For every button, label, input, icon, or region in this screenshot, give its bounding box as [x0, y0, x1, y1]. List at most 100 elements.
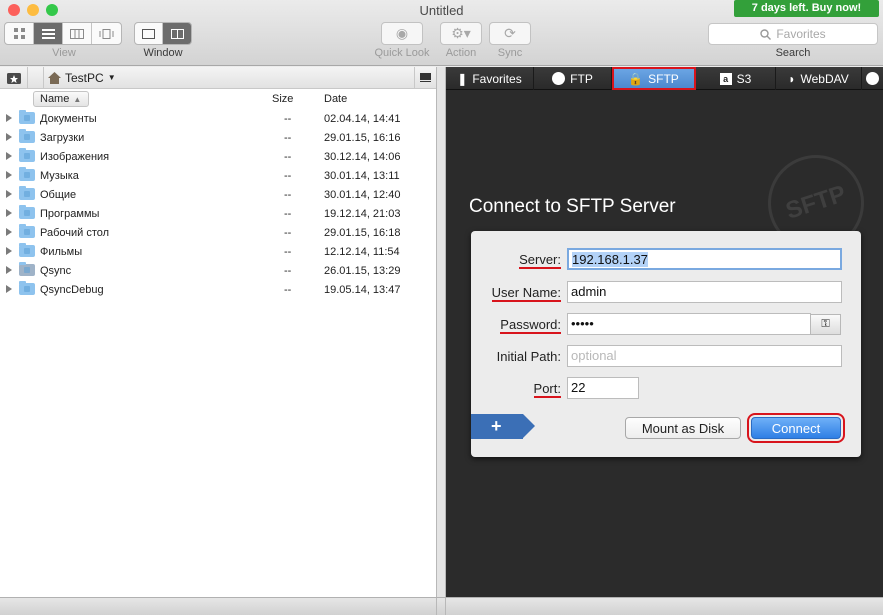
- grid-icon: [13, 28, 25, 39]
- file-date: 02.04.14, 14:41: [324, 112, 401, 125]
- search-placeholder: Favorites: [776, 27, 826, 41]
- folder-icon: [19, 129, 35, 143]
- file-name: Документы: [40, 112, 97, 125]
- pane-splitter[interactable]: [436, 67, 446, 597]
- single-pane-button[interactable]: [135, 23, 164, 44]
- size-column-header[interactable]: Size: [272, 93, 293, 105]
- disclosure-triangle-icon[interactable]: [6, 228, 12, 236]
- tab-ftp[interactable]: FTP: [534, 67, 612, 90]
- file-name: Фильмы: [40, 245, 83, 258]
- file-size: --: [284, 188, 292, 201]
- disclosure-triangle-icon[interactable]: [6, 190, 12, 198]
- name-column-header[interactable]: Name ▲: [33, 91, 89, 107]
- folder-icon: [19, 224, 35, 238]
- ftp-icon: [552, 72, 566, 85]
- disclosure-triangle-icon[interactable]: [6, 152, 12, 160]
- file-name: Рабочий стол: [40, 226, 110, 239]
- connect-pane: ❚ Favorites FTP 🔒 SFTP a S3 ◗ WebDAV SFTP Co…: [446, 67, 883, 597]
- file-date: 30.01.14, 13:11: [324, 169, 400, 182]
- favorites-toggle-button[interactable]: [0, 67, 28, 88]
- drive-icon: [420, 73, 431, 82]
- folder-icon: [19, 110, 35, 124]
- coverflow-view-button[interactable]: [92, 23, 121, 44]
- quick-look-button[interactable]: ◉: [381, 22, 423, 45]
- column-view-button[interactable]: [63, 23, 92, 44]
- file-size: --: [284, 131, 292, 144]
- coverflow-icon: [99, 28, 114, 39]
- sync-label: Sync: [497, 47, 523, 59]
- file-size: --: [284, 112, 292, 125]
- icon-view-button[interactable]: [5, 23, 34, 44]
- list-item[interactable]: Фильмы -- 12.12.14, 11:54: [0, 242, 436, 261]
- list-item[interactable]: Документы -- 02.04.14, 14:41: [0, 109, 436, 128]
- file-size: --: [284, 207, 292, 220]
- initial-path-field[interactable]: optional: [567, 345, 842, 367]
- star-folder-icon: [6, 72, 21, 84]
- tab-sftp[interactable]: 🔒 SFTP: [612, 67, 696, 90]
- tab-more[interactable]: [862, 67, 883, 90]
- location-popup[interactable]: TestPC ▼: [48, 71, 116, 85]
- disclosure-triangle-icon[interactable]: [6, 171, 12, 179]
- disclosure-triangle-icon[interactable]: [6, 209, 12, 217]
- add-favorite-button[interactable]: +: [471, 414, 535, 439]
- list-item[interactable]: Рабочий стол -- 29.01.15, 16:18: [0, 223, 436, 242]
- status-bar: [0, 597, 883, 615]
- file-date: 30.12.14, 14:06: [324, 150, 401, 163]
- disclosure-triangle-icon[interactable]: [6, 114, 12, 122]
- status-divider: [436, 598, 446, 615]
- connect-button[interactable]: Connect: [747, 413, 845, 443]
- user-name-label: User Name:: [491, 285, 561, 302]
- password-field[interactable]: •••••: [567, 313, 811, 335]
- disclosure-triangle-icon[interactable]: [6, 247, 12, 255]
- search-field[interactable]: Favorites: [708, 23, 878, 45]
- list-item[interactable]: Программы -- 19.12.14, 21:03: [0, 204, 436, 223]
- file-browser-pane: TestPC ▼ Name ▲ Size Date Документы -- 02.…: [0, 67, 436, 597]
- file-name: Программы: [40, 207, 100, 220]
- globe-icon: [866, 72, 879, 85]
- eye-icon: ◉: [395, 25, 409, 41]
- tab-favorites[interactable]: ❚ Favorites: [446, 67, 534, 90]
- connection-form: Server: 192.168.1.37 User Name: admin Pa…: [471, 231, 861, 457]
- list-item[interactable]: Qsync -- 26.01.15, 13:29: [0, 261, 436, 280]
- list-item[interactable]: Загрузки -- 29.01.15, 16:16: [0, 128, 436, 147]
- tab-s3[interactable]: a S3: [696, 67, 776, 90]
- date-column-header[interactable]: Date: [324, 93, 347, 105]
- disclosure-triangle-icon[interactable]: [6, 285, 12, 293]
- connect-heading: Connect to SFTP Server: [469, 196, 676, 217]
- list-item[interactable]: Общие -- 30.01.14, 12:40: [0, 185, 436, 204]
- action-button[interactable]: ⚙▾: [440, 22, 482, 45]
- file-size: --: [284, 169, 292, 182]
- columns-icon: [70, 28, 84, 39]
- user-name-field[interactable]: admin: [567, 281, 842, 303]
- file-date: 29.01.15, 16:18: [324, 226, 401, 239]
- buy-now-button[interactable]: 7 days left. Buy now!: [734, 0, 879, 17]
- file-name: QsyncDebug: [40, 283, 104, 296]
- webdav-icon: ◗: [788, 71, 796, 86]
- file-date: 19.12.14, 21:03: [324, 207, 401, 220]
- server-value: 192.168.1.37: [572, 252, 648, 267]
- server-label: Server:: [519, 252, 561, 269]
- list-view-button[interactable]: [34, 23, 63, 44]
- toolbar: Untitled 7 days left. Buy now! View Wind…: [0, 0, 883, 66]
- tab-webdav[interactable]: ◗ WebDAV: [776, 67, 862, 90]
- sync-button[interactable]: ⟳: [489, 22, 531, 45]
- single-pane-icon: [142, 28, 155, 39]
- keychain-button[interactable]: ⚿: [810, 314, 841, 335]
- path-bar: TestPC ▼: [0, 67, 436, 89]
- home-icon: [48, 71, 61, 84]
- location-label: TestPC: [65, 70, 104, 85]
- folder-icon: [19, 186, 35, 200]
- column-headers: Name ▲ Size Date: [0, 89, 436, 109]
- drive-button[interactable]: [414, 67, 436, 88]
- mount-as-disk-button[interactable]: Mount as Disk: [625, 417, 741, 439]
- file-name: Общие: [40, 188, 77, 201]
- view-mode-control: [4, 22, 122, 45]
- server-field[interactable]: 192.168.1.37: [567, 248, 842, 270]
- disclosure-triangle-icon[interactable]: [6, 266, 12, 274]
- list-item[interactable]: QsyncDebug -- 19.05.14, 13:47: [0, 280, 436, 299]
- disclosure-triangle-icon[interactable]: [6, 133, 12, 141]
- port-field[interactable]: 22: [567, 377, 639, 399]
- list-item[interactable]: Музыка -- 30.01.14, 13:11: [0, 166, 436, 185]
- dual-pane-button[interactable]: [163, 23, 191, 44]
- list-item[interactable]: Изображения -- 30.12.14, 14:06: [0, 147, 436, 166]
